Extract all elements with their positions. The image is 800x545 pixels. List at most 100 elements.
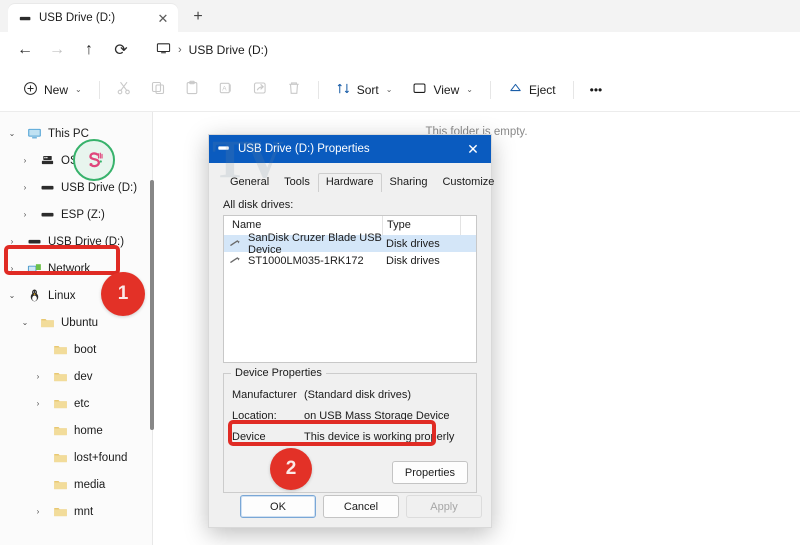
chevron-right-icon[interactable]: › [17, 183, 33, 192]
sidebar-scrollbar-thumb[interactable] [150, 180, 154, 430]
chevron-down-icon[interactable]: ⌄ [4, 291, 20, 300]
chevron-right-icon[interactable]: › [30, 399, 46, 408]
dialog-footer: OK Cancel Apply [240, 495, 482, 518]
folder-icon [39, 315, 55, 330]
toolbar-divider-2 [318, 81, 319, 99]
copy-button[interactable] [142, 75, 174, 105]
up-icon[interactable]: ↑ [74, 36, 104, 64]
dialog-tab-list[interactable]: GeneralToolsHardwareSharingCustomize [219, 171, 481, 191]
this-pc-icon [156, 41, 171, 59]
sidebar-item-label: Ubuntu [61, 317, 98, 329]
dialog-tab-sharing[interactable]: Sharing [383, 174, 435, 191]
sidebar-item-media[interactable]: media [0, 471, 152, 498]
drive-icon [39, 207, 55, 222]
eject-button-label: Eject [529, 83, 556, 97]
device-properties-button[interactable]: Properties [392, 461, 468, 484]
disk-list-row[interactable]: SanDisk Cruzer Blade USB DeviceDisk driv… [224, 235, 476, 252]
sidebar-item-label: mnt [74, 506, 93, 518]
new-button[interactable]: New ⌄ [14, 75, 91, 105]
chevron-down-icon: ⌄ [466, 85, 473, 94]
sidebar-item-dev[interactable]: › dev [0, 363, 152, 390]
sidebar-item-etc[interactable]: ›etc [0, 390, 152, 417]
sidebar-item-this-pc[interactable]: ⌄ This PC [0, 120, 152, 147]
sidebar-item-usb-drive-d[interactable]: ›USB Drive (D:) [0, 228, 152, 255]
dialog-title-bar[interactable]: USB Drive (D:) Properties ✕ [209, 135, 491, 163]
properties-dialog: USB Drive (D:) Properties ✕ GeneralTools… [208, 134, 492, 528]
chevron-right-icon[interactable]: › [30, 372, 46, 381]
os-drive-icon [39, 153, 55, 168]
cut-button[interactable] [108, 75, 140, 105]
apply-button[interactable]: Apply [406, 495, 482, 518]
dialog-tab-general[interactable]: General [223, 174, 276, 191]
back-icon[interactable]: ← [10, 36, 40, 64]
dialog-tab-customize[interactable]: Customize [435, 174, 501, 191]
sidebar-item-home[interactable]: home [0, 417, 152, 444]
chevron-down-icon[interactable]: ⌄ [4, 129, 20, 138]
view-button-label: View [433, 83, 459, 97]
sidebar-item-esp-z[interactable]: ›ESP (Z:) [0, 201, 152, 228]
breadcrumb-current[interactable]: USB Drive (D:) [189, 43, 268, 57]
disk-list-row[interactable]: ST1000LM035-1RK172Disk drives [224, 252, 476, 269]
device-property-row: Manufacturer(Standard disk drives) [232, 384, 468, 405]
device-properties-rows: Manufacturer(Standard disk drives)Locati… [232, 384, 468, 447]
drive-icon [39, 180, 55, 195]
disk-drives-listbox[interactable]: Name Type SanDisk Cruzer Blade USB Devic… [223, 215, 477, 363]
chevron-right-icon[interactable]: › [17, 156, 33, 165]
sidebar-item-lost-found[interactable]: lost+found [0, 444, 152, 471]
disk-row-name: SanDisk Cruzer Blade USB Device [248, 232, 382, 256]
device-property-value: (Standard disk drives) [304, 389, 468, 401]
device-properties-title: Device Properties [231, 367, 326, 379]
sort-button[interactable]: Sort ⌄ [327, 75, 402, 105]
eject-button[interactable]: Eject [499, 75, 565, 105]
sidebar-item-label: dev [74, 371, 93, 383]
column-header-type[interactable]: Type [382, 216, 460, 235]
view-button[interactable]: View ⌄ [403, 75, 482, 105]
paste-icon [184, 80, 200, 99]
chevron-down-icon[interactable]: ⌄ [17, 318, 33, 327]
forward-icon[interactable]: → [42, 36, 72, 64]
brand-logo-badge [73, 139, 115, 181]
chevron-down-icon: ⌄ [386, 85, 393, 94]
sidebar-item-mnt[interactable]: › mnt [0, 498, 152, 525]
tab-usb-drive[interactable]: USB Drive (D:) ✕ [8, 4, 178, 32]
sidebar-item-label: home [74, 425, 103, 437]
more-options-button[interactable]: ••• [582, 75, 611, 105]
chevron-right-icon[interactable]: › [4, 237, 20, 246]
new-tab-button[interactable]: + [184, 3, 212, 31]
dialog-tab-hardware[interactable]: Hardware [318, 173, 382, 192]
monitor-icon [26, 126, 42, 141]
delete-button[interactable] [278, 75, 310, 105]
sidebar-item-usb-drive-d[interactable]: ›USB Drive (D:) [0, 174, 152, 201]
plus-circle-icon [23, 81, 38, 99]
sidebar-item-label: This PC [48, 128, 89, 140]
sidebar-item-label: boot [74, 344, 96, 356]
navigation-sidebar[interactable]: ⌄This PC›OS (C:)›USB Drive (D:)›ESP (Z:)… [0, 112, 152, 545]
copy-icon [150, 80, 166, 99]
listbox-rows: SanDisk Cruzer Blade USB DeviceDisk driv… [224, 235, 476, 269]
share-icon [252, 80, 268, 99]
breadcrumb[interactable]: › USB Drive (D:) [148, 36, 790, 64]
paste-button[interactable] [176, 75, 208, 105]
refresh-icon[interactable]: ⟳ [106, 36, 136, 64]
dialog-tab-tools[interactable]: Tools [277, 174, 317, 191]
toolbar-divider-4 [573, 81, 574, 99]
chevron-right-icon[interactable]: › [4, 264, 20, 273]
device-property-value: on USB Mass Storage Device [304, 410, 468, 422]
ok-button[interactable]: OK [240, 495, 316, 518]
sidebar-item-label: Network [48, 263, 90, 275]
close-icon[interactable]: ✕ [455, 135, 491, 163]
share-button[interactable] [244, 75, 276, 105]
sidebar-scrollbar[interactable] [150, 180, 154, 545]
close-icon[interactable]: ✕ [154, 9, 172, 27]
chevron-right-icon[interactable]: › [17, 210, 33, 219]
toolbar-divider [99, 81, 100, 99]
tab-strip: USB Drive (D:) ✕ + [0, 0, 800, 32]
chevron-right-icon[interactable]: › [30, 507, 46, 516]
disk-row-name-cell: ST1000LM035-1RK172 [224, 254, 382, 268]
svg-text:A: A [222, 86, 227, 93]
rename-button[interactable]: A [210, 75, 242, 105]
device-property-key: Manufacturer [232, 389, 304, 401]
cancel-button[interactable]: Cancel [323, 495, 399, 518]
sidebar-item-label: lost+found [74, 452, 127, 464]
sidebar-item-boot[interactable]: boot [0, 336, 152, 363]
